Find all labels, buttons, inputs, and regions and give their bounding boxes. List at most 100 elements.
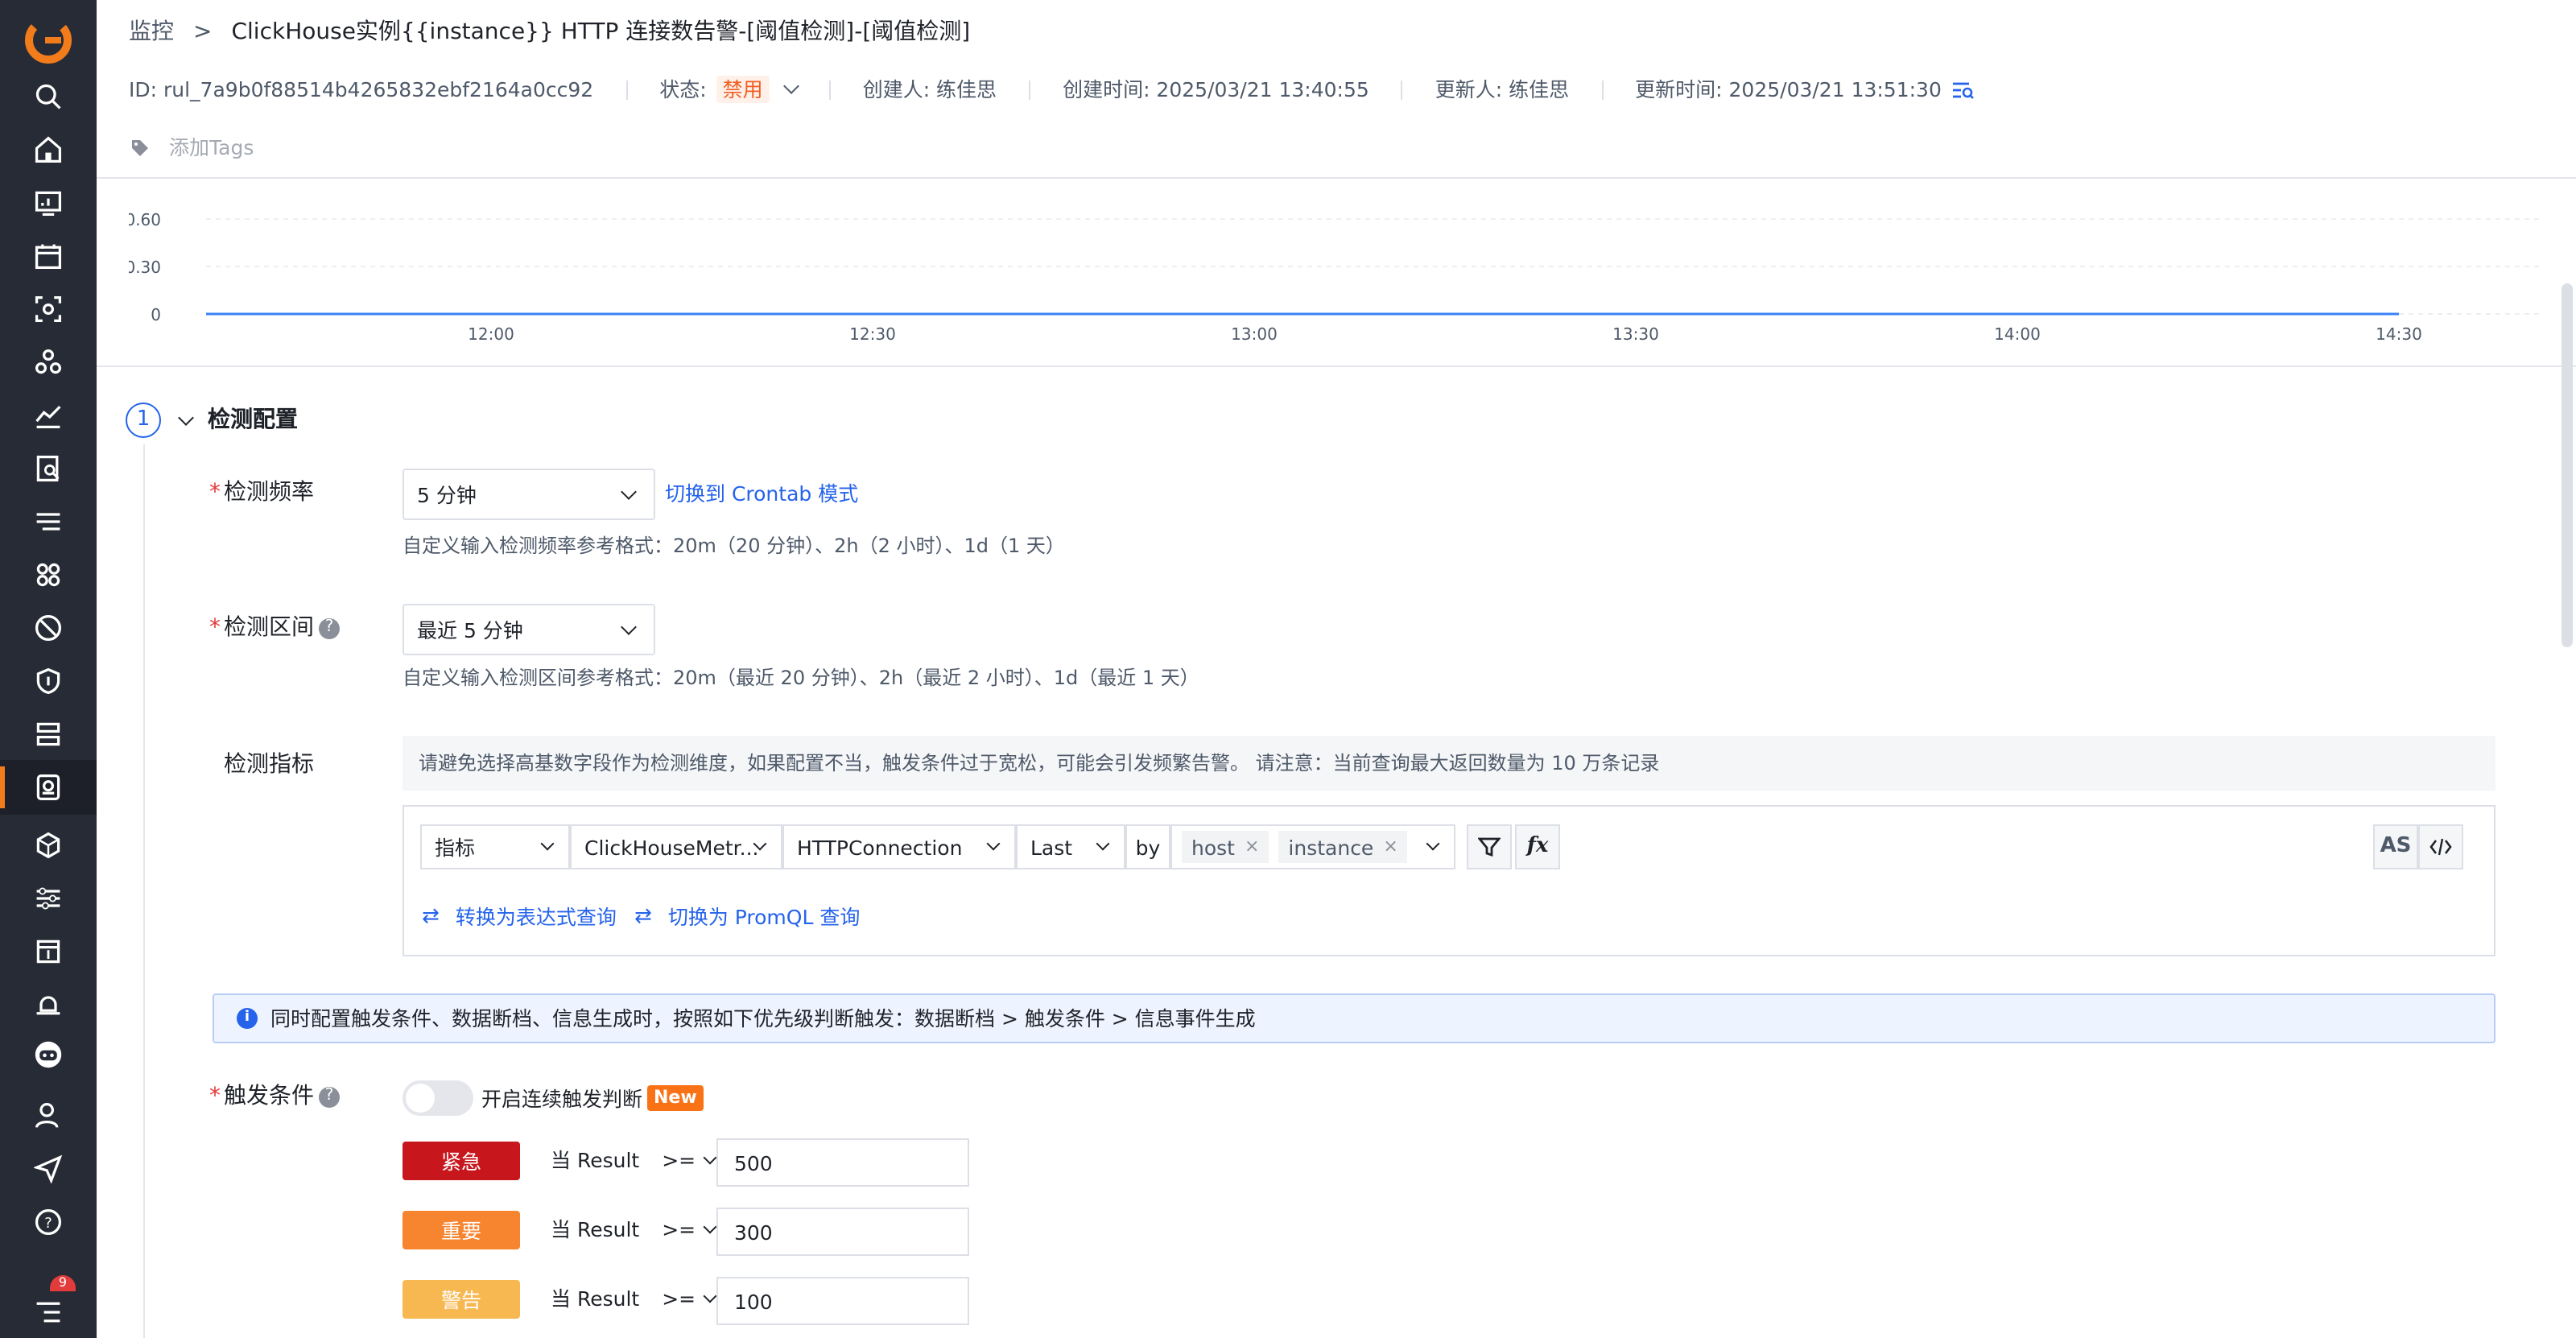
send-icon[interactable] [0,1142,97,1196]
threshold-input[interactable]: 300 [716,1208,969,1256]
x-tick-label: 13:00 [1231,324,1278,344]
trigger-label-text: 触发条件 [224,1084,314,1109]
data-type-select[interactable]: 指标 [420,824,570,869]
updated-time: 更新时间: 2025/03/21 13:51:30 [1635,77,1942,101]
billing-icon[interactable] [0,924,97,979]
promql-link[interactable]: ⇄ 切换为 PromQL 查询 [634,905,860,930]
frequency-label: * 检测频率 [209,480,314,507]
by-text: by [1135,835,1161,859]
close-icon[interactable]: × [1245,836,1259,857]
chevron-down-icon[interactable] [782,78,799,94]
list-icon[interactable] [0,494,97,549]
chevron-down-icon [540,836,555,851]
crontab-mode-link[interactable]: 切换到 Crontab 模式 [665,481,858,506]
tag-icon [132,139,148,155]
source-select[interactable]: ClickHouseMetr... [570,824,782,869]
continuous-trigger-toggle[interactable] [402,1080,473,1116]
search-icon[interactable] [0,69,97,124]
help-icon[interactable]: ? [319,1086,340,1108]
logo[interactable] [23,14,74,66]
chevron-down-icon [703,1150,717,1164]
group-by-select[interactable]: host × instance × [1170,824,1455,869]
add-tags-placeholder[interactable]: 添加Tags [169,135,254,159]
no-entry-icon[interactable] [0,601,97,655]
range-label-text: 检测区间 [224,615,314,641]
scrollbar[interactable] [2562,283,2573,647]
sliders-icon[interactable] [0,871,97,926]
help-icon[interactable]: ? [0,1195,97,1249]
cluster-icon[interactable] [0,335,97,390]
apps-icon[interactable] [0,547,97,602]
filter-icon [1478,837,1501,857]
frequency-label-text: 检测频率 [224,480,314,506]
trigger-condition: 当 Result >= [551,1148,717,1172]
shield-icon[interactable] [0,654,97,708]
threshold-input[interactable]: 100 [716,1277,969,1325]
updater: 更新人: 练佳思 [1435,77,1570,101]
metric-select[interactable]: HTTPConnection [782,824,1016,869]
priority-info-text: 同时配置触发条件、数据断档、信息生成时，按照如下优先级判断触发：数据断档 > 触… [270,1006,1256,1030]
condition-text: 当 Result [551,1217,640,1241]
svg-text:?: ? [44,1215,52,1232]
chevron-down-icon [621,484,637,500]
function-button[interactable]: fx [1515,824,1560,869]
help-icon[interactable]: ? [319,617,340,639]
calendar-icon[interactable] [0,229,97,283]
group-tag-instance[interactable]: instance × [1278,831,1408,863]
history-search-icon[interactable] [1951,80,1974,99]
switch-icon: ⇄ [422,905,440,929]
section-header[interactable]: 1 检测配置 [126,403,298,438]
frequency-select[interactable]: 5 分钟 [402,469,655,520]
divider [625,80,628,99]
condition-text: 当 Result [551,1148,640,1172]
rule-id: ID: rul_7a9b0f88514b4265832ebf2164a0cc92 [129,77,594,101]
status-field[interactable]: 状态: 禁用 [659,76,799,103]
range-select[interactable]: 最近 5 分钟 [402,604,655,655]
new-badge: New [647,1085,704,1111]
chevron-down-icon [703,1219,717,1233]
operator-select[interactable]: >= [662,1286,717,1311]
chevron-down-icon[interactable] [178,409,194,425]
trigger-label: * 触发条件 ? [209,1084,340,1111]
divider [97,177,2576,179]
threshold-input[interactable]: 500 [716,1138,969,1187]
status-badge[interactable]: 禁用 [716,76,770,103]
convert-expression-link[interactable]: ⇄ 转换为表达式查询 [422,905,617,930]
group-tag-host[interactable]: host × [1182,831,1269,863]
promql-text: 切换为 PromQL 查询 [667,905,861,930]
robot-icon[interactable] [0,1027,97,1082]
query-builder: 指标 ClickHouseMetr... HTTPConnection Last… [402,805,2496,956]
cube-icon[interactable] [0,818,97,873]
divider [97,365,2576,367]
breadcrumb-monitor[interactable]: 监控 [129,19,174,47]
data-type-value: 指标 [435,835,476,859]
breadcrumb-separator-icon: > [193,19,213,45]
aggregation-select[interactable]: Last [1016,824,1125,869]
log-search-icon[interactable] [0,441,97,496]
scan-icon[interactable] [0,282,97,337]
menu-collapse-icon[interactable] [0,1285,97,1338]
dashboard-icon[interactable] [0,176,97,230]
preview-chart: 0.60 0.30 0 12:00 12:30 13:00 13:30 14:00 14:30 [129,210,2544,344]
home-icon[interactable] [0,122,97,177]
alias-button[interactable]: AS [2373,824,2418,869]
filter-button[interactable] [1467,824,1512,869]
tags-row[interactable]: 添加Tags [130,135,254,159]
group-tag-label: instance [1288,835,1374,859]
code-button[interactable] [2418,824,2463,869]
operator-select[interactable]: >= [662,1148,717,1172]
required-mark: * [209,480,221,506]
close-icon[interactable]: × [1383,836,1397,857]
database-icon[interactable] [0,707,97,762]
monitor-icon[interactable] [0,760,97,815]
page-title: ClickHouse实例{{instance}} HTTP 连接数告警-[阈值检… [231,19,971,45]
frequency-hint: 自定义输入检测频率参考格式：20m（20 分钟）、2h（2 小时）、1d（1 天… [402,535,1065,557]
required-mark: * [209,1084,221,1109]
section-rule [143,444,145,1338]
chevron-down-icon [1426,836,1440,851]
metrics-icon[interactable] [0,388,97,443]
integration-icon[interactable] [0,977,97,1032]
user-icon[interactable] [0,1088,97,1143]
source-value: ClickHouseMetr... [584,835,759,859]
operator-select[interactable]: >= [662,1217,717,1241]
